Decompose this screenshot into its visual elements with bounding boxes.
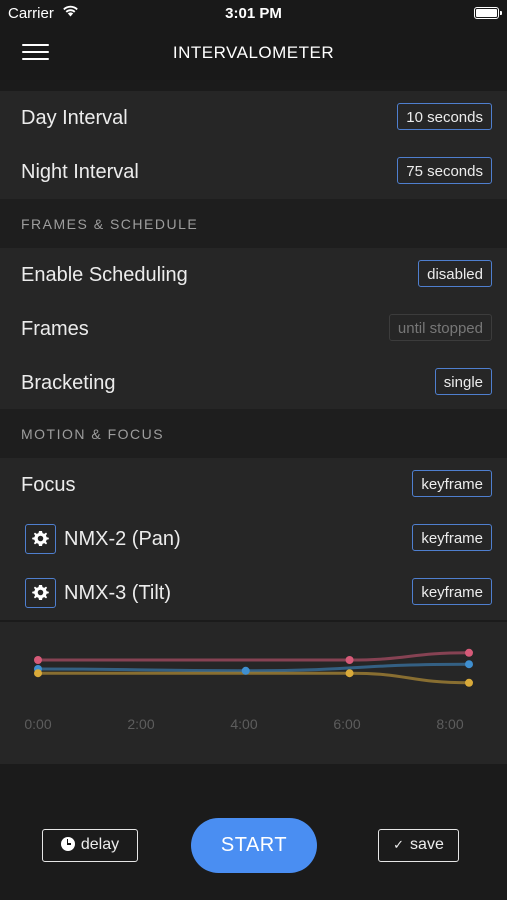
nmx2-pan-row: NMX-2 (Pan) keyframe	[0, 512, 507, 566]
nmx2-pan-label: NMX-2 (Pan)	[64, 528, 181, 550]
delay-label: delay	[80, 836, 120, 853]
focus-keyframe-button[interactable]: keyframe	[412, 470, 492, 497]
nmx3-settings-gear-icon[interactable]	[25, 578, 56, 608]
delay-button[interactable]: delay	[42, 829, 138, 862]
focus-row: Focus keyframe	[0, 458, 507, 512]
keyframe-point-1-1[interactable]	[241, 666, 250, 675]
nmx2-settings-gear-icon[interactable]	[25, 524, 56, 554]
enable-scheduling-button[interactable]: disabled	[418, 260, 492, 287]
frames-label: Frames	[21, 318, 89, 340]
day-interval-label: Day Interval	[21, 107, 128, 129]
enable-scheduling-row: Enable Scheduling disabled	[0, 248, 507, 302]
save-label: save	[410, 836, 444, 853]
frames-schedule-header: FRAMES & SCHEDULE	[0, 199, 507, 249]
clock-time: 3:01 PM	[225, 5, 282, 22]
frames-schedule-header-label: FRAMES & SCHEDULE	[21, 216, 199, 232]
motion-focus-header-label: MOTION & FOCUS	[21, 426, 165, 442]
navigation-bar: INTERVALOMETER	[0, 28, 507, 80]
series-line-1	[37, 662, 470, 673]
bracketing-label: Bracketing	[21, 372, 116, 394]
keyframe-chart-svg: 0:00 2:00 4:00 6:00 8:00	[24, 648, 473, 732]
bracketing-row: Bracketing single	[0, 356, 507, 410]
x-tick-label: 2:00	[127, 716, 154, 732]
x-tick-label: 0:00	[24, 716, 51, 732]
day-interval-row: Day Interval 10 seconds	[0, 91, 507, 145]
start-button[interactable]: START	[191, 818, 317, 873]
keyframe-point-0-0[interactable]	[34, 656, 42, 664]
series-line-0	[37, 651, 470, 662]
page-title: INTERVALOMETER	[172, 43, 335, 62]
night-interval-button[interactable]: 75 seconds	[397, 157, 492, 184]
nmx3-tilt-row: NMX-3 (Tilt) keyframe	[0, 566, 507, 620]
night-interval-row: Night Interval 75 seconds	[0, 145, 507, 199]
motion-focus-header: MOTION & FOCUS	[0, 409, 507, 459]
keyframe-point-0-1[interactable]	[345, 656, 354, 664]
nmx3-tilt-label: NMX-3 (Tilt)	[64, 582, 172, 604]
check-icon: ✓	[393, 837, 405, 852]
enable-scheduling-label: Enable Scheduling	[21, 264, 188, 286]
x-tick-label: 6:00	[333, 716, 360, 732]
x-tick-label: 8:00	[436, 716, 463, 732]
status-bar: Carrier 3:01 PM	[0, 0, 507, 28]
keyframe-point-2-2[interactable]	[465, 678, 473, 687]
series-line-2	[38, 671, 470, 685]
keyframe-point-1-2[interactable]	[465, 660, 473, 669]
keyframe-chart: 0:00 2:00 4:00 6:00 8:00	[0, 622, 507, 764]
keyframe-point-0-2[interactable]	[465, 648, 473, 657]
save-button[interactable]: ✓ save	[378, 829, 459, 862]
day-interval-button[interactable]: 10 seconds	[397, 103, 492, 130]
nmx2-keyframe-button[interactable]: keyframe	[412, 524, 492, 551]
focus-label: Focus	[21, 474, 76, 496]
battery-icon	[474, 7, 502, 19]
keyframe-point-2-1[interactable]	[345, 669, 354, 678]
keyframe-point-2-0[interactable]	[34, 669, 42, 678]
bracketing-button[interactable]: single	[434, 368, 492, 395]
nmx3-keyframe-button[interactable]: keyframe	[412, 578, 492, 605]
x-tick-label: 4:00	[230, 716, 257, 732]
frames-row: Frames until stopped	[0, 302, 507, 356]
clock-icon	[60, 837, 75, 851]
frames-button[interactable]: until stopped	[388, 314, 492, 341]
night-interval-label: Night Interval	[21, 161, 139, 183]
